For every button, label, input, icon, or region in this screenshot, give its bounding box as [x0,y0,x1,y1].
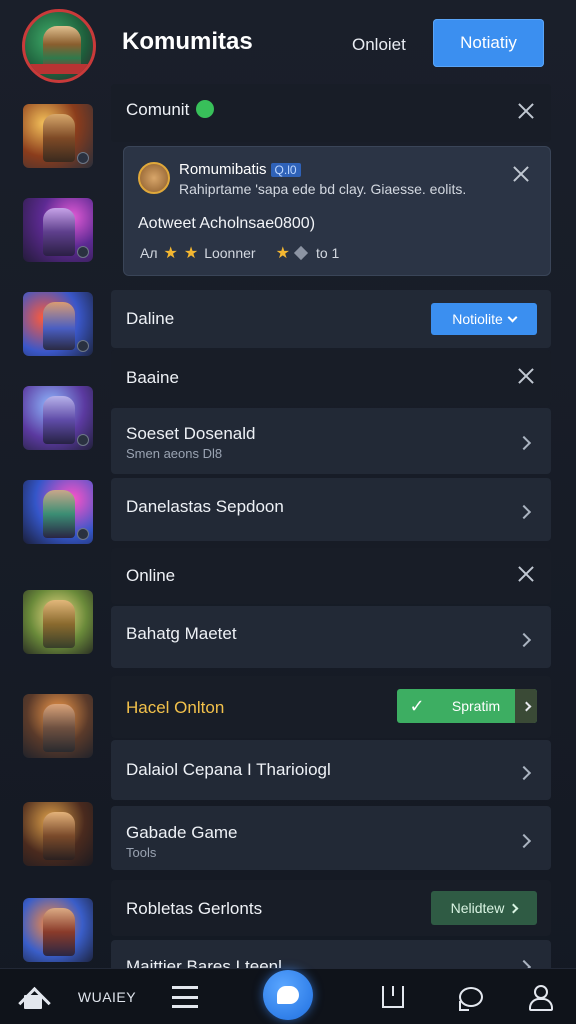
game-thumbnail[interactable] [23,802,93,866]
row-sublabel: Smen aeons Dl8 [126,446,223,461]
row-label: Soeset Dosenald [126,424,256,443]
menu-icon[interactable] [170,981,200,1013]
game-thumbnail[interactable] [23,480,93,544]
community-row[interactable]: Comunit [111,84,551,142]
character-figure [43,704,75,752]
row-label: Maittier Bares Lteenl [126,957,282,968]
character-figure [43,908,75,956]
card-description: Rahiprtame 'sapa ede bd clay. Giaesse. e… [179,181,467,197]
row-label: Baaine [126,368,179,387]
chevron-right-icon [516,627,533,649]
notify-button[interactable]: Nelidtew [431,891,537,925]
close-icon[interactable] [512,165,530,188]
badge-icon [77,246,89,258]
chevron-down-icon [507,312,518,322]
header: Komumitas Onloiet Notiatiy [0,0,576,88]
character-figure [43,490,75,538]
card-username: Romumibatis [179,161,267,178]
gem-icon [293,245,309,261]
soeset-row[interactable]: Soeset Dosenald Smen aeons Dl8 [111,408,551,474]
row-label: Bahatg Maetet [126,624,237,643]
row-label: Danelastas Sepdoon [126,497,284,516]
gabade-row[interactable]: Gabade Game Tools [111,806,551,870]
game-thumbnail[interactable] [23,292,93,356]
game-thumbnail[interactable] [23,694,93,758]
chat-bubble-icon[interactable] [263,970,313,1020]
notification-card[interactable]: Romumibatis Q.l0 Rahiprtame 'sapa ede bd … [123,146,551,276]
button-label: Nelidtew [450,900,505,916]
stat-b: Loonner [204,245,256,261]
game-thumbnail[interactable] [23,104,93,168]
danelastas-row[interactable]: Danelastas Sepdoon [111,478,551,541]
close-icon[interactable] [515,565,537,587]
confirm-button[interactable]: ✓ Spratim [397,689,537,723]
stat-a: Ал [140,245,158,261]
row-label: Dalaiol Cepana I Tharioiogl [126,760,331,779]
chevron-right-icon [508,903,519,913]
online-row[interactable]: Online [111,548,551,604]
star-icon: ★ [183,245,199,262]
character-figure [43,812,75,860]
nav-text-item[interactable]: WUAIEY [72,981,142,1013]
close-icon[interactable] [515,102,537,124]
maittier-row[interactable]: Maittier Bares Lteenl [111,940,551,968]
community-label: Comunit [126,100,190,119]
badge-icon [77,528,89,540]
game-thumbnail[interactable] [23,198,93,262]
robletas-row[interactable]: Robletas Gerlonts Nelidtew [111,880,551,936]
avatar-banner [25,64,93,74]
row-sublabel: Tools [126,845,157,860]
page-title: Komumitas [122,28,253,55]
badge-icon [77,152,89,164]
community-avatar[interactable] [22,9,96,83]
chevron-right-icon [516,499,533,521]
hacel-row[interactable]: Hacel Onlton ✓ Spratim [111,676,551,738]
row-label: Gabade Game [126,823,238,842]
chevron-right-icon [515,689,537,723]
row-label: Hacel Onlton [126,698,225,717]
row-label: Daline [126,309,175,328]
chevron-right-icon [516,760,533,782]
badge-icon [77,434,89,446]
notify-button[interactable]: Notiatiy [433,19,544,67]
game-thumbnail[interactable] [23,590,93,654]
online-label[interactable]: Onloiet [352,35,406,55]
card-stats: Ал ★ ★ Loonner ★ to 1 [140,243,339,263]
daline-row[interactable]: Daline Notiolite [111,290,551,348]
close-icon[interactable] [515,367,537,389]
badge-icon [77,340,89,352]
check-icon: ✓ [409,695,425,716]
fab-glyph [277,986,299,1004]
row-label: Online [126,566,176,585]
character-figure [43,396,75,444]
game-thumbnail[interactable] [23,386,93,450]
row-label: Robletas Gerlonts [126,899,263,918]
button-label: Notiolite [452,311,503,327]
button-label: Spratim [451,698,501,714]
notify-dropdown-button[interactable]: Notiolite [431,303,537,335]
stat-c: to 1 [315,245,340,261]
user-tag: Q.l0 [270,163,301,177]
character-figure [43,302,75,350]
book-icon[interactable] [378,981,408,1013]
baaine-row[interactable]: Baaine [111,350,551,406]
chevron-right-icon [516,430,533,452]
chevron-right-icon [516,954,533,968]
profile-icon[interactable] [525,981,555,1013]
message-icon[interactable] [456,981,486,1013]
dalaiol-row[interactable]: Dalaiol Cepana I Tharioiogl [111,740,551,800]
home-icon[interactable] [18,981,48,1013]
chevron-right-icon [516,828,533,850]
user-avatar[interactable] [138,162,170,194]
character-figure [43,114,75,162]
character-figure [43,600,75,648]
frog-emoji-icon [196,100,215,118]
game-thumbnail[interactable] [23,898,93,962]
character-figure [43,208,75,256]
card-achievement: Aotweet Acholnsae0800) [138,215,316,232]
bahatg-row[interactable]: Bahatg Maetet [111,606,551,668]
star-icon: ★ [275,245,290,262]
star-icon: ★ [163,245,178,262]
